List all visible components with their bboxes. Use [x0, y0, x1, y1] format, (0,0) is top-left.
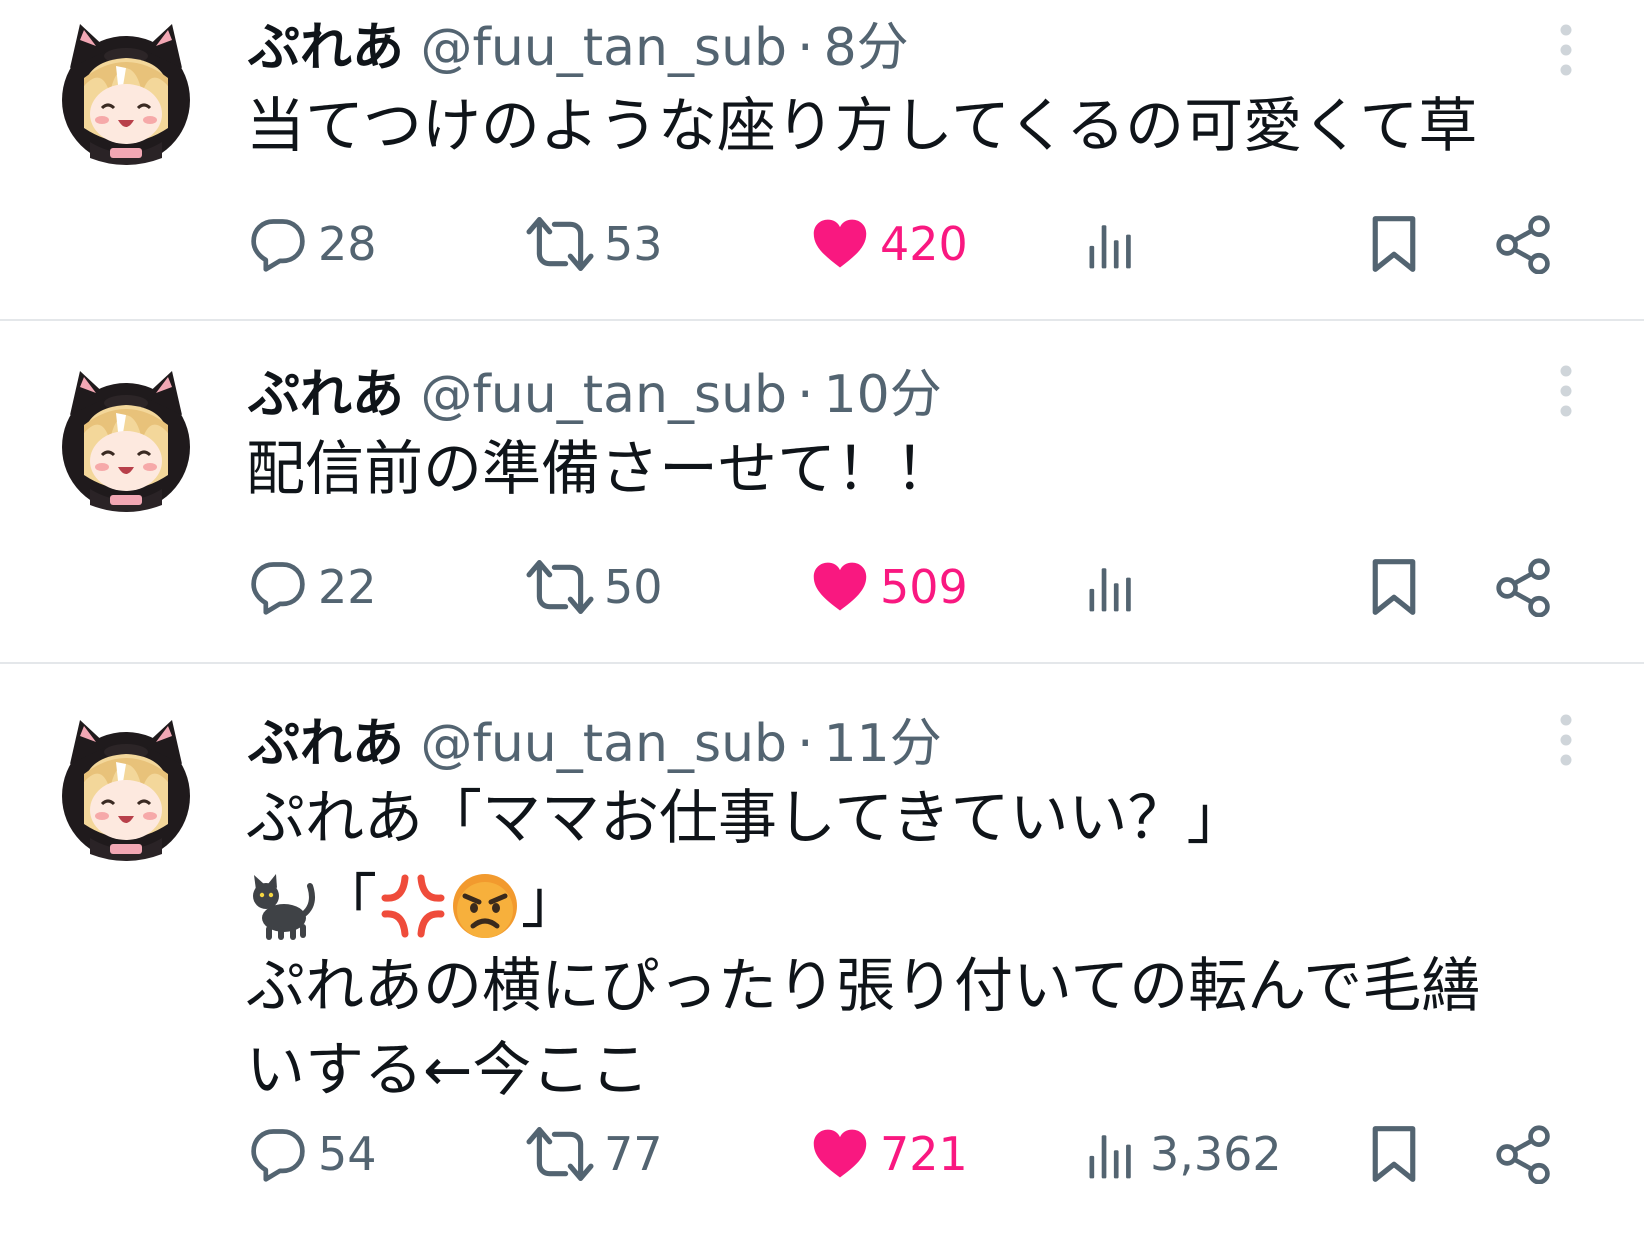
like-button[interactable]: 509 [810, 547, 968, 627]
reply-count: 54 [318, 1127, 377, 1181]
reply-icon [248, 1124, 308, 1184]
bookmark-button[interactable] [1366, 547, 1422, 627]
reply-icon [248, 557, 308, 617]
retweet-count: 77 [604, 1127, 663, 1181]
timestamp[interactable]: 10分 [824, 365, 942, 425]
bookmark-icon [1366, 214, 1422, 274]
user-handle[interactable]: @fuu_tan_sub [421, 714, 788, 774]
tweet-text-line: 配信前の準備さーせて！！ [246, 434, 955, 503]
views-button[interactable]: 3,362 [1084, 1114, 1282, 1194]
retweet-icon [526, 1124, 594, 1184]
like-count: 721 [880, 1127, 968, 1181]
more-icon[interactable] [1548, 710, 1584, 770]
retweet-button[interactable]: 77 [526, 1114, 663, 1194]
reply-button[interactable]: 54 [248, 1114, 377, 1194]
views-count: 3,362 [1150, 1127, 1282, 1181]
like-count: 509 [880, 560, 968, 614]
display-name[interactable]: ぷれあ [248, 714, 404, 774]
action-bar: 54 77 721 3,362 [248, 1114, 1568, 1194]
tweet-header: ぷれあ @fuu_tan_sub · 11分 [248, 712, 942, 776]
tweet-text: 当てつけのような座り方してくるの可愛くて草 [246, 84, 1477, 168]
tweet[interactable]: ぷれあ @fuu_tan_sub · 11分 ぷれあ「ママお仕事してきていい？」 「… [0, 664, 1644, 1249]
like-button[interactable]: 721 [810, 1114, 968, 1194]
retweet-count: 50 [604, 560, 663, 614]
share-icon [1494, 214, 1554, 274]
tweet-text-line: いする←今ここ [246, 1035, 650, 1104]
retweet-icon [526, 557, 594, 617]
display-name[interactable]: ぷれあ [248, 18, 404, 78]
heart-icon [810, 214, 870, 274]
retweet-button[interactable]: 53 [526, 204, 663, 284]
bookmark-icon [1366, 557, 1422, 617]
tweet-emoji-line: 「」 [246, 860, 1480, 944]
bookmark-button[interactable] [1366, 1114, 1422, 1194]
views-icon [1084, 557, 1140, 617]
bookmark-icon [1366, 1124, 1422, 1184]
heart-icon [810, 1124, 870, 1184]
tweet[interactable]: ぷれあ @fuu_tan_sub · 8分 当てつけのような座り方してくるの可愛くて… [0, 0, 1644, 320]
tweet-text: 配信前の準備さーせて！！ [246, 427, 954, 511]
retweet-button[interactable]: 50 [526, 547, 663, 627]
action-bar: 28 53 420 [248, 204, 1568, 284]
timestamp[interactable]: 8分 [824, 18, 909, 78]
like-button[interactable]: 420 [810, 204, 968, 284]
action-bar: 22 50 509 [248, 547, 1568, 627]
views-button[interactable] [1084, 204, 1150, 284]
bookmark-button[interactable] [1366, 204, 1422, 284]
views-icon [1084, 1124, 1140, 1184]
tweet-header: ぷれあ @fuu_tan_sub · 10分 [248, 363, 942, 427]
like-count: 420 [880, 217, 968, 271]
views-icon [1084, 214, 1140, 274]
reply-icon [248, 214, 308, 274]
avatar[interactable] [50, 363, 202, 515]
tweet-text-line: ぷれあの横にぴったり張り付いての転んで毛繕 [246, 951, 1481, 1020]
anger-symbol-emoji [377, 870, 449, 942]
share-button[interactable] [1494, 547, 1554, 627]
separator: · [797, 365, 814, 425]
angry-face-emoji [449, 870, 521, 942]
separator: · [797, 714, 814, 774]
reply-count: 28 [318, 217, 377, 271]
display-name[interactable]: ぷれあ [248, 365, 404, 425]
user-handle[interactable]: @fuu_tan_sub [421, 18, 788, 78]
tweet-text-line: 当てつけのような座り方してくるの可愛くて草 [246, 91, 1478, 160]
share-button[interactable] [1494, 204, 1554, 284]
tweet-text: ぷれあ「ママお仕事してきていい？」 「」 ぷれあの横にぴったり張り付いての転んで… [246, 776, 1480, 1112]
tweet[interactable]: ぷれあ @fuu_tan_sub · 10分 配信前の準備さーせて！！ 22 50 … [0, 321, 1644, 663]
share-icon [1494, 557, 1554, 617]
bracket-close: 」 [521, 867, 581, 936]
separator: · [797, 18, 814, 78]
bracket-open: 「 [318, 867, 378, 936]
more-icon[interactable] [1548, 361, 1584, 421]
share-icon [1494, 1124, 1554, 1184]
reply-button[interactable]: 22 [248, 547, 377, 627]
views-button[interactable] [1084, 547, 1150, 627]
reply-button[interactable]: 28 [248, 204, 377, 284]
black-cat-emoji [246, 870, 318, 942]
avatar[interactable] [50, 712, 202, 864]
share-button[interactable] [1494, 1114, 1554, 1194]
timestamp[interactable]: 11分 [824, 714, 942, 774]
tweet-header: ぷれあ @fuu_tan_sub · 8分 [248, 16, 909, 80]
tweet-feed: ぷれあ @fuu_tan_sub · 8分 当てつけのような座り方してくるの可愛くて… [0, 0, 1644, 1249]
user-handle[interactable]: @fuu_tan_sub [421, 365, 788, 425]
reply-count: 22 [318, 560, 377, 614]
retweet-count: 53 [604, 217, 663, 271]
retweet-icon [526, 214, 594, 274]
avatar[interactable] [50, 16, 202, 168]
heart-icon [810, 557, 870, 617]
tweet-text-line: ぷれあ「ママお仕事してきていい？」 [246, 783, 1246, 852]
more-icon[interactable] [1548, 20, 1584, 80]
